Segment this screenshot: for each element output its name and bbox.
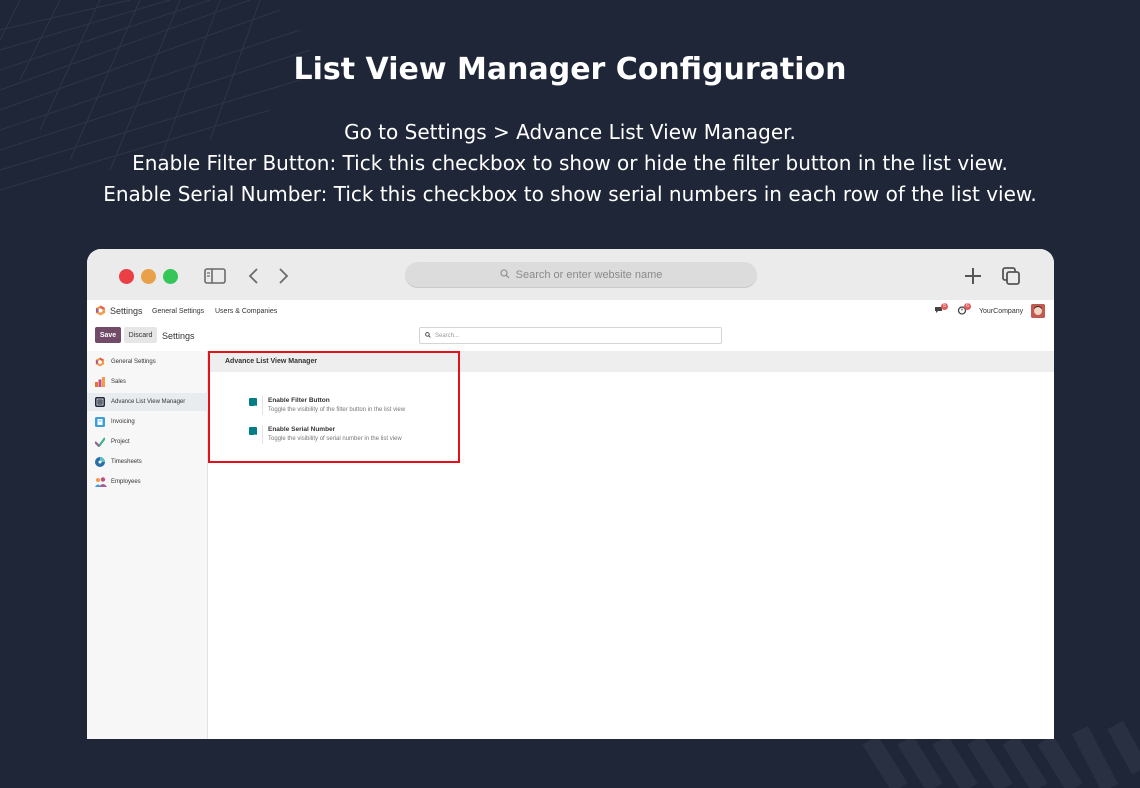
project-check-icon [94,437,106,448]
sidebar-item-label: Timesheets [111,459,142,465]
sidebar-item-timesheets[interactable]: Timesheets [87,453,208,471]
search-placeholder: Search... [435,332,460,339]
breadcrumb: Settings [162,331,195,341]
odoo-logo-icon[interactable] [95,305,106,316]
description-line: Enable Filter Button: Tick this checkbox… [132,151,1008,175]
page-heading: List View Manager Configuration [293,52,847,87]
user-avatar[interactable] [1031,304,1045,318]
url-placeholder: Search or enter website name [515,269,663,281]
description-line: Go to Settings > Advance List View Manag… [344,120,796,144]
url-bar[interactable]: Search or enter website name [405,262,757,288]
sidebar-item-sales[interactable]: Sales [87,373,208,391]
activities-badge: 6 [964,303,971,310]
sidebar-item-advance-list-view-manager[interactable]: Advance List View Manager [87,393,208,411]
minimize-window-button[interactable] [141,269,156,284]
menu-general-settings[interactable]: General Settings [152,308,204,315]
close-window-button[interactable] [119,269,134,284]
search-icon [500,268,510,282]
sidebar-item-general-settings[interactable]: General Settings [87,353,208,371]
company-switcher[interactable]: YourCompany [979,308,1023,315]
discard-button[interactable]: Discard [124,327,157,343]
tabs-overview-icon[interactable] [999,265,1023,287]
search-icon [425,331,431,340]
back-icon[interactable] [243,265,267,287]
app-name[interactable]: Settings [110,306,143,316]
forward-icon[interactable] [272,265,296,287]
maximize-window-button[interactable] [163,269,178,284]
odoo-navbar: Settings General Settings Users & Compan… [87,300,1054,322]
settings-search-input[interactable]: Search... [419,327,722,344]
settings-sidebar: General Settings Sales Advance List View… [87,351,208,739]
sidebar-item-label: General Settings [111,359,156,365]
messages-badge: 5 [941,303,948,310]
sidebar-item-label: Advance List View Manager [111,399,186,405]
control-panel: Save Discard Settings Search... [87,322,1054,350]
new-tab-icon[interactable] [961,265,985,287]
timesheets-icon [95,457,105,467]
highlight-box [208,351,460,463]
sidebar-item-project[interactable]: Project [87,433,208,451]
save-button[interactable]: Save [95,327,121,343]
description-line: Enable Serial Number: Tick this checkbox… [103,182,1037,206]
sidebar-item-employees[interactable]: Employees [87,473,208,491]
sidebar-item-label: Sales [111,379,127,385]
sidebar-item-invoicing[interactable]: Invoicing [87,413,208,431]
employees-icon [95,477,107,487]
sidebar-item-label: Project [111,439,130,445]
sidebar-item-label: Invoicing [111,419,135,425]
sidebar-toggle-icon[interactable] [203,265,227,287]
odoo-logo-icon [95,357,105,367]
sidebar-item-label: Employees [111,479,141,485]
page-description: Go to Settings > Advance List View Manag… [0,117,1140,210]
browser-titlebar: Search or enter website name [87,249,1054,300]
list-view-manager-icon [95,397,105,407]
invoicing-icon [95,417,105,427]
browser-window: Search or enter website name Settings Ge… [87,249,1054,739]
menu-users-companies[interactable]: Users & Companies [215,308,277,315]
sales-chart-icon [95,377,105,387]
